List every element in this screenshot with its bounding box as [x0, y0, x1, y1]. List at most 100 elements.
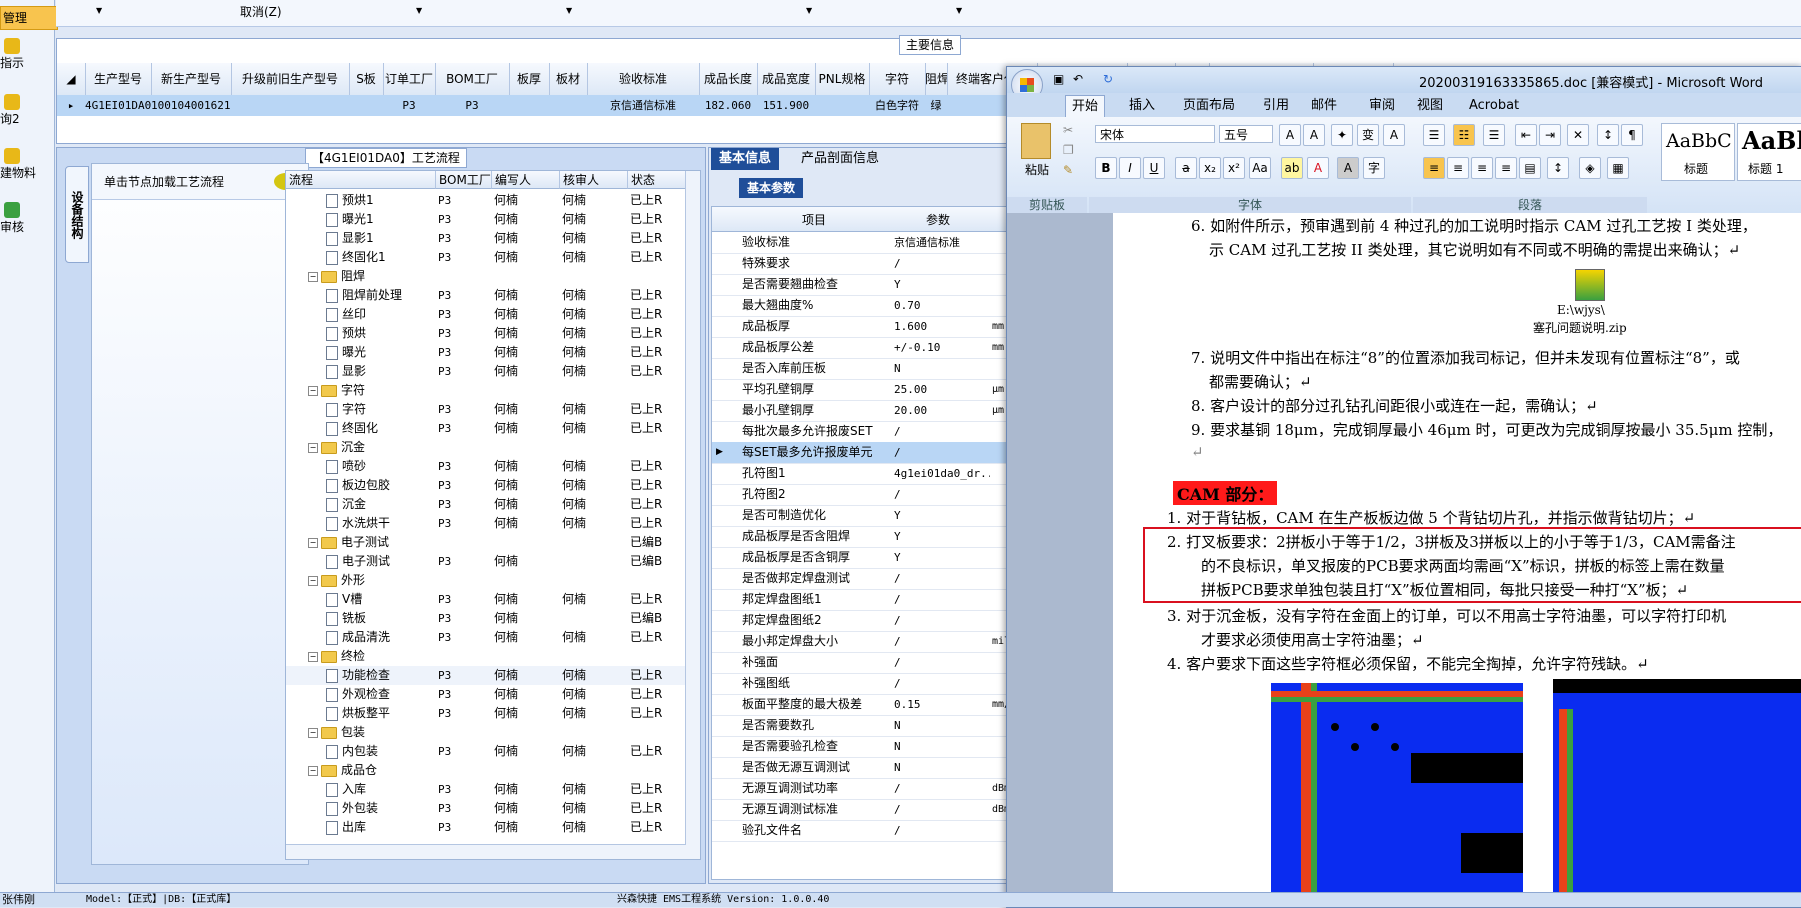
highlight-icon[interactable]: ab: [1281, 157, 1303, 179]
param-value[interactable]: /: [894, 421, 990, 442]
param-value[interactable]: 1.600: [894, 316, 990, 337]
tree-item-row[interactable]: 水洗烘干 P3 何楠 何楠 已上R: [286, 514, 700, 533]
param-row[interactable]: ▶ 每SET最多允许报废单元 /: [712, 442, 1012, 464]
param-row[interactable]: 成品板厚是否含阻焊 Y: [712, 526, 1012, 548]
tree-item-row[interactable]: 入库 P3 何楠 何楠 已上R: [286, 780, 700, 799]
param-row[interactable]: 是否入库前压板 N: [712, 358, 1012, 380]
tree-item-row[interactable]: 终固化1 P3 何楠 何楠 已上R: [286, 248, 700, 267]
column-header[interactable]: 编写人: [492, 171, 560, 189]
column-header[interactable]: 新生产型号: [151, 63, 232, 95]
nav-item-review[interactable]: 审核: [0, 202, 54, 235]
param-row[interactable]: 验收标准 京信通信标准: [712, 232, 1012, 254]
param-value[interactable]: 京信通信标准: [894, 232, 990, 253]
param-row[interactable]: 成品板厚是否含铜厚 Y: [712, 547, 1012, 569]
param-value[interactable]: /: [894, 610, 990, 631]
ribbon-tab[interactable]: 页面布局: [1177, 95, 1241, 117]
column-header[interactable]: 验收标准: [587, 63, 700, 95]
table-cell[interactable]: 白色字符: [869, 95, 925, 116]
param-row[interactable]: 邦定焊盘图纸2 /: [712, 610, 1012, 632]
ribbon-tab[interactable]: Acrobat: [1463, 95, 1525, 117]
clear-format-icon[interactable]: ✦: [1331, 124, 1353, 146]
justify-icon[interactable]: ≡: [1495, 157, 1517, 179]
font-color-icon[interactable]: A: [1307, 157, 1329, 179]
param-value[interactable]: /: [894, 652, 990, 673]
collapse-icon[interactable]: −: [308, 537, 318, 548]
tree-item-row[interactable]: 终固化 P3 何楠 何楠 已上R: [286, 419, 700, 438]
param-value[interactable]: /: [894, 631, 990, 652]
column-header[interactable]: 生产型号: [85, 63, 152, 95]
redo-icon[interactable]: ↻: [1103, 72, 1113, 86]
column-header[interactable]: 板材: [549, 63, 588, 95]
tree-item-row[interactable]: 成品清洗 P3 何楠 何楠 已上R: [286, 628, 700, 647]
vertical-scrollbar[interactable]: [685, 171, 700, 859]
dropdown-arrow-icon[interactable]: ▼: [956, 6, 962, 15]
align-center-icon[interactable]: ≡: [1447, 157, 1469, 179]
horizontal-scrollbar[interactable]: [286, 844, 686, 859]
table-cell[interactable]: 10010400162148: [151, 95, 231, 116]
tree-item-row[interactable]: 烘板整平 P3 何楠 何楠 已上R: [286, 704, 700, 723]
tree-item-row[interactable]: 预烘1 P3 何楠 何楠 已上R: [286, 191, 700, 210]
align-right-icon[interactable]: ≡: [1471, 157, 1493, 179]
paste-icon[interactable]: [1021, 123, 1051, 159]
param-value[interactable]: /: [894, 568, 990, 589]
superscript-icon[interactable]: x²: [1223, 157, 1245, 179]
font-size-select[interactable]: 五号: [1219, 125, 1273, 143]
param-row[interactable]: 无源互调测试功率 / dBm: [712, 778, 1012, 800]
font-name-select[interactable]: 宋体: [1095, 125, 1215, 143]
param-row[interactable]: 是否做邦定焊盘测试 /: [712, 568, 1012, 590]
table-cell[interactable]: 绿: [925, 95, 947, 116]
bold-icon[interactable]: B: [1095, 157, 1117, 179]
tree-folder-row[interactable]: − 外形: [286, 571, 700, 590]
column-header[interactable]: 核审人: [560, 171, 628, 189]
param-row[interactable]: 成品板厚公差 +/-0.10 mm: [712, 337, 1012, 359]
table-cell[interactable]: 182.060: [699, 95, 757, 116]
column-header[interactable]: 流程: [286, 171, 436, 189]
param-value[interactable]: +/-0.10: [894, 337, 990, 358]
collapse-icon[interactable]: −: [308, 651, 318, 662]
sort-icon[interactable]: ↕: [1597, 124, 1619, 146]
column-header[interactable]: 升级前旧生产型号: [231, 63, 350, 95]
tab-basic-params[interactable]: 基本参数: [739, 178, 804, 198]
nav-item-material[interactable]: 建物料: [0, 148, 54, 181]
param-row[interactable]: 成品板厚 1.600 mm: [712, 316, 1012, 338]
collapse-icon[interactable]: −: [308, 727, 318, 738]
zip-file-icon[interactable]: [1575, 269, 1605, 301]
underline-icon[interactable]: U: [1143, 157, 1165, 179]
paste-button[interactable]: 粘贴: [1025, 161, 1049, 178]
tree-item-row[interactable]: 字符 P3 何楠 何楠 已上R: [286, 400, 700, 419]
align-left-icon[interactable]: ≡: [1423, 157, 1445, 179]
param-value[interactable]: N: [894, 715, 990, 736]
char-border-icon[interactable]: A: [1383, 124, 1405, 146]
param-value[interactable]: 0.70: [894, 295, 990, 316]
enclose-char-icon[interactable]: 字: [1363, 157, 1385, 179]
param-row[interactable]: 最小孔壁铜厚 20.00 μm: [712, 400, 1012, 422]
tree-item-row[interactable]: 阻焊前处理 P3 何楠 何楠 已上R: [286, 286, 700, 305]
param-row[interactable]: 是否做无源互调测试 N: [712, 757, 1012, 779]
collapse-icon[interactable]: −: [308, 442, 318, 453]
param-row[interactable]: 无源互调测试标准 / dBm: [712, 799, 1012, 821]
param-value[interactable]: 0.15: [894, 694, 990, 715]
format-painter-icon[interactable]: ✎: [1063, 163, 1073, 177]
tree-item-row[interactable]: 板边包胶 P3 何楠 何楠 已上R: [286, 476, 700, 495]
char-shading-icon[interactable]: A: [1337, 157, 1359, 179]
param-row[interactable]: 是否可制造优化 Y: [712, 505, 1012, 527]
tab-profile-info[interactable]: 产品剖面信息: [793, 148, 887, 170]
undo-icon[interactable]: ↶: [1073, 72, 1083, 86]
param-value[interactable]: N: [894, 757, 990, 778]
tree-folder-row[interactable]: − 包装: [286, 723, 700, 742]
column-header[interactable]: 成品宽度: [757, 63, 816, 95]
param-value[interactable]: 20.00: [894, 400, 990, 421]
cut-icon[interactable]: ✂: [1063, 123, 1073, 137]
table-cell[interactable]: [815, 95, 869, 116]
tree-folder-row[interactable]: − 沉金: [286, 438, 700, 457]
numbering-icon[interactable]: ☷: [1453, 124, 1475, 146]
param-row[interactable]: 平均孔壁铜厚 25.00 μm: [712, 379, 1012, 401]
param-value[interactable]: 25.00: [894, 379, 990, 400]
collapse-icon[interactable]: −: [308, 765, 318, 776]
tree-item-row[interactable]: 显影 P3 何楠 何楠 已上R: [286, 362, 700, 381]
table-cell[interactable]: [349, 95, 383, 116]
show-marks-icon[interactable]: ¶: [1621, 124, 1643, 146]
increase-indent-icon[interactable]: ⇥: [1539, 124, 1561, 146]
table-cell[interactable]: 4G1EI01DA0: [85, 95, 151, 116]
param-row[interactable]: 孔符图2 /: [712, 484, 1012, 506]
